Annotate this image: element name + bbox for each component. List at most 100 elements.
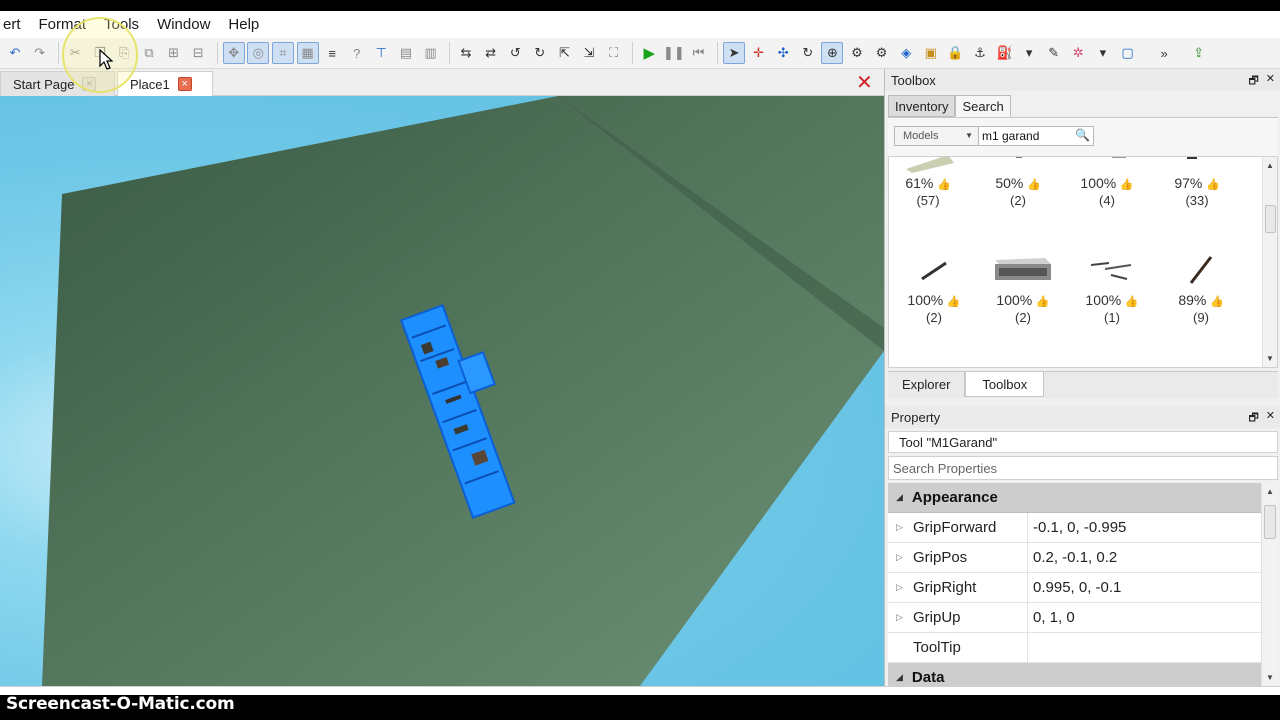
property-value[interactable]: 0, 1, 0 <box>1028 603 1278 632</box>
reset-icon[interactable]: ⏮ <box>687 42 709 64</box>
expand-icon[interactable]: ▷ <box>896 522 913 533</box>
close-icon[interactable]: × <box>177 77 192 91</box>
stud-icon[interactable]: ⚙ <box>871 42 893 64</box>
property-row[interactable]: ToolTip <box>888 633 1278 663</box>
insert-part-icon[interactable]: ◈ <box>895 42 917 64</box>
run-icon[interactable]: ▶ <box>638 42 660 64</box>
expand-icon[interactable]: ▷ <box>896 612 913 623</box>
align-icon[interactable]: ≡ <box>321 42 343 64</box>
scroll-down-icon[interactable]: ▼ <box>1266 354 1274 363</box>
search-icon[interactable]: 🔍 <box>1075 128 1090 142</box>
team-icon[interactable]: ▢ <box>1117 42 1139 64</box>
close-icon[interactable]: ✕ <box>856 73 873 93</box>
menu-help[interactable]: Help <box>219 16 268 33</box>
menu-insert[interactable]: ert <box>0 16 30 33</box>
rating-percent: 100% <box>907 292 944 308</box>
close-icon[interactable]: ✕ <box>1266 72 1275 91</box>
scrollbar-thumb[interactable] <box>1265 205 1276 233</box>
property-row[interactable]: ▷ GripPos 0.2, -0.1, 0.2 <box>888 543 1278 573</box>
lock-icon[interactable]: 🔒 <box>944 42 966 64</box>
property-value[interactable]: -0.1, 0, -0.995 <box>1028 513 1278 542</box>
property-value[interactable] <box>1028 633 1278 662</box>
undo-icon[interactable]: ↶ <box>4 42 26 64</box>
select-icon[interactable]: ➤ <box>723 42 746 64</box>
resize-icon[interactable]: ✣ <box>772 42 794 64</box>
zoom-in-icon[interactable]: ⇱ <box>553 42 575 64</box>
properties-icon[interactable]: ▤ <box>395 42 417 64</box>
menu-window[interactable]: Window <box>148 16 219 33</box>
camera-rotate-icon[interactable]: ↻ <box>529 42 551 64</box>
property-value[interactable]: 0.995, 0, -0.1 <box>1028 573 1278 602</box>
3d-viewport[interactable] <box>0 96 884 686</box>
chevron-down-icon[interactable]: ▾ <box>1018 42 1040 64</box>
rotate-icon[interactable]: ↻ <box>797 42 819 64</box>
grid-icon[interactable]: ▦ <box>296 42 319 64</box>
tab-explorer[interactable]: Explorer <box>888 372 966 397</box>
undock-icon[interactable]: 🗗 <box>1248 409 1258 428</box>
move-icon[interactable]: ✛ <box>748 42 770 64</box>
collapse-icon[interactable]: ◢ <box>896 492 903 503</box>
output-icon[interactable]: ▥ <box>420 42 442 64</box>
publish-icon[interactable]: ⇪ <box>1188 42 1210 64</box>
expand-icon[interactable]: ▷ <box>896 582 913 593</box>
scroll-down-icon[interactable]: ▼ <box>1266 673 1274 682</box>
model-item[interactable]: 100% 👍 (1) <box>1067 247 1157 347</box>
category-dropdown[interactable]: Models ▼ <box>894 126 980 146</box>
model-item[interactable]: 100% 👍 (2) <box>978 247 1068 347</box>
explorer-icon[interactable]: ⊤ <box>370 42 392 64</box>
close-icon[interactable]: ✕ <box>1266 409 1275 428</box>
model-item[interactable]: 89% 👍 (9) <box>1156 247 1246 347</box>
glue-icon[interactable]: ⚙ <box>846 42 868 64</box>
ungroup-icon[interactable]: ⊟ <box>187 42 209 64</box>
property-scrollbar[interactable]: ▲ ▼ <box>1261 483 1278 686</box>
scrollbar-thumb[interactable] <box>1264 505 1276 539</box>
zoom-out-icon[interactable]: ⇲ <box>578 42 600 64</box>
toolbox-icon[interactable]: ▣ <box>920 42 942 64</box>
property-row[interactable]: ▷ GripForward -0.1, 0, -0.995 <box>888 513 1278 543</box>
right-dock: Toolbox 🗗 ✕ Inventory Search Models ▼ 🔍 <box>884 69 1280 686</box>
zoom-extents-icon[interactable]: ⛶ <box>603 42 625 64</box>
tab-toolbox[interactable]: Toolbox <box>965 372 1045 397</box>
thumbs-up-icon: 👍 <box>946 296 961 308</box>
category-data[interactable]: ◢ Data <box>888 663 1278 686</box>
overflow-icon[interactable]: » <box>1153 42 1175 64</box>
undock-icon[interactable]: 🗗 <box>1248 72 1258 91</box>
model-item[interactable]: 61% 👍 (57) <box>889 157 973 255</box>
model-item[interactable]: 100% 👍 (2) <box>889 247 979 347</box>
property-value[interactable]: 0.2, -0.1, 0.2 <box>1028 543 1278 572</box>
help-icon[interactable]: ? <box>346 42 368 64</box>
scroll-up-icon[interactable]: ▲ <box>1266 161 1274 170</box>
rating-count: (9) <box>1193 310 1209 325</box>
snap-icon[interactable]: ⌗ <box>271 42 294 64</box>
model-item[interactable]: 100% 👍 (4) <box>1062 157 1152 255</box>
redo-icon[interactable]: ↷ <box>29 42 51 64</box>
expand-icon[interactable]: ▷ <box>896 552 913 563</box>
camera-pan-icon[interactable]: ⇄ <box>480 42 502 64</box>
weld-icon[interactable]: ⊕ <box>821 42 844 64</box>
collapse-icon[interactable]: ◢ <box>896 672 903 683</box>
property-row[interactable]: ▷ GripRight 0.995, 0, -0.1 <box>888 573 1278 603</box>
model-item[interactable]: 50% 👍 (2) <box>973 157 1063 255</box>
surface-icon[interactable]: ✲ <box>1067 42 1089 64</box>
property-name: ▷ GripForward <box>888 513 1028 542</box>
group-icon[interactable]: ⊞ <box>163 42 185 64</box>
camera-icon[interactable]: ⇆ <box>455 42 477 64</box>
m1-garand-model[interactable] <box>395 292 555 522</box>
pause-icon[interactable]: ❚❚ <box>663 42 685 64</box>
anchor-icon[interactable]: ⚓ <box>969 42 991 64</box>
drag-mode-icon[interactable]: ✥ <box>222 42 245 64</box>
tab-inventory[interactable]: Inventory <box>888 95 956 117</box>
material-icon[interactable]: ✎ <box>1043 42 1065 64</box>
scroll-up-icon[interactable]: ▲ <box>1266 487 1274 496</box>
chevron-down-icon[interactable]: ▾ <box>1092 42 1114 64</box>
model-item[interactable]: 97% 👍 (33) <box>1152 157 1242 255</box>
search-properties-input[interactable]: Search Properties <box>888 456 1278 480</box>
tab-search[interactable]: Search <box>955 95 1011 117</box>
property-row[interactable]: ▷ GripUp 0, 1, 0 <box>888 603 1278 633</box>
duplicate-icon[interactable]: ⧉ <box>138 42 160 64</box>
category-appearance[interactable]: ◢ Appearance <box>888 483 1278 513</box>
fill-color-icon[interactable]: ⛽ <box>994 42 1016 64</box>
camera-tilt-icon[interactable]: ↺ <box>504 42 526 64</box>
collision-icon[interactable]: ◎ <box>247 42 270 64</box>
toolbox-scrollbar[interactable]: ▲ ▼ <box>1262 157 1277 367</box>
